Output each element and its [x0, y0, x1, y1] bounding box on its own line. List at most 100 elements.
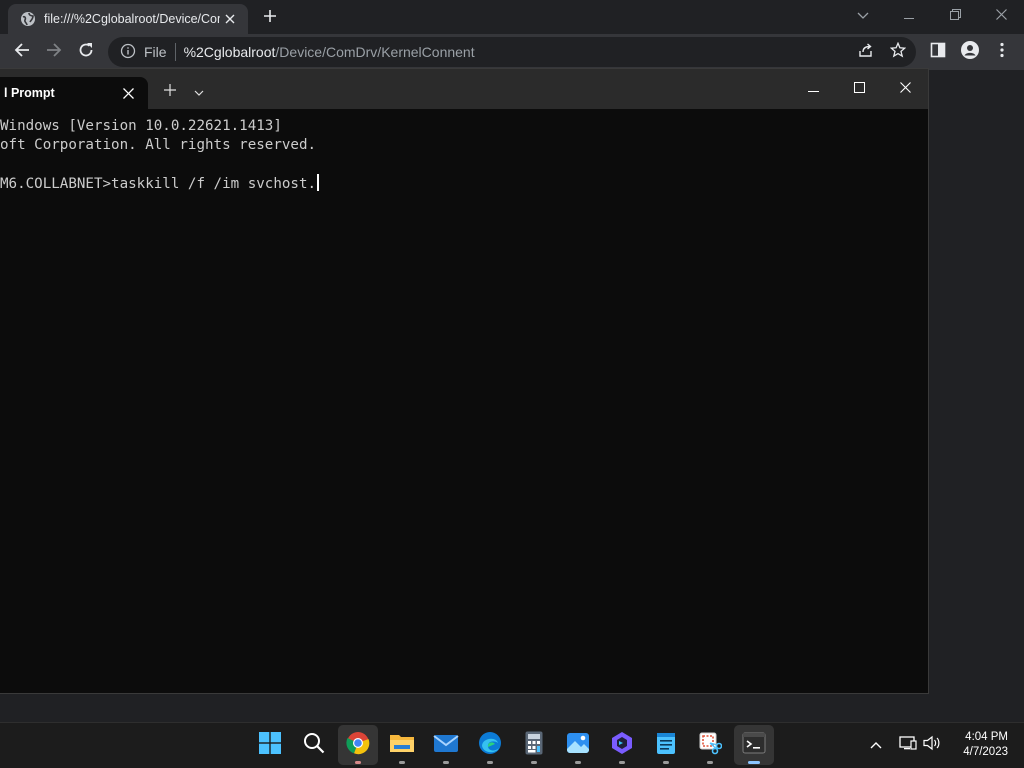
taskbar-copilot-button[interactable] [602, 725, 642, 765]
running-indicator [619, 761, 625, 764]
new-tab-button[interactable] [256, 6, 284, 30]
forward-button[interactable] [40, 38, 68, 66]
command-text: M6.COLLABNET>taskkill /f /im svchost. [0, 176, 317, 192]
calculator-icon [525, 731, 543, 760]
restore-icon [949, 7, 961, 25]
network-button[interactable] [898, 735, 918, 755]
terminal-titlebar[interactable]: l Prompt [0, 69, 928, 109]
side-panel-icon [930, 42, 946, 63]
back-button[interactable] [8, 38, 36, 66]
close-icon [899, 80, 911, 98]
taskbar-mail-button[interactable] [426, 725, 466, 765]
terminal-icon [742, 732, 766, 759]
browser-tab-title: file:///%2Cglobalroot/Device/ComDrv/Kern… [44, 12, 220, 26]
close-icon[interactable] [220, 9, 240, 29]
terminal-prompt-line: M6.COLLABNET>taskkill /f /im svchost. [0, 174, 319, 194]
browser-tab[interactable]: file:///%2Cglobalroot/Device/ComDrv/Kern… [8, 4, 248, 34]
taskbar-file-explorer-button[interactable] [382, 725, 422, 765]
maximize-icon [853, 80, 865, 98]
browser-minimize-button[interactable] [886, 2, 932, 30]
close-icon [995, 7, 1007, 25]
volume-icon [923, 735, 941, 756]
bookmark-button[interactable] [884, 38, 912, 66]
running-indicator [531, 761, 537, 764]
profile-icon [961, 40, 979, 64]
browser-restore-button[interactable] [932, 2, 978, 30]
volume-button[interactable] [922, 735, 942, 755]
scheme-label: File [144, 44, 167, 60]
taskbar-search-button[interactable] [294, 725, 334, 765]
terminal-new-tab-button[interactable] [156, 79, 184, 105]
network-icon [899, 735, 917, 756]
tab-search-button[interactable] [840, 2, 886, 30]
taskbar-photos-button[interactable] [558, 725, 598, 765]
terminal-close-button[interactable] [882, 73, 928, 105]
taskbar-start-button[interactable] [250, 725, 290, 765]
terminal-tab-label: l Prompt [4, 86, 55, 100]
share-button[interactable] [852, 38, 880, 66]
active-indicator [748, 761, 760, 764]
terminal-line: oft Corporation. All rights reserved. [0, 137, 317, 153]
plus-icon [263, 9, 277, 28]
windows-start-icon [259, 731, 281, 759]
address-bar[interactable]: File %2Cglobalroot/Device/ComDrv/KernelC… [108, 37, 916, 67]
folder-icon [389, 732, 415, 759]
chevron-up-icon [870, 736, 882, 754]
terminal-tab[interactable]: l Prompt [0, 77, 148, 109]
mail-icon [433, 733, 459, 758]
chrome-icon [346, 731, 370, 760]
taskbar: 4:04 PM 4/7/2023 [0, 722, 1024, 768]
taskbar-calculator-button[interactable] [514, 725, 554, 765]
forward-icon [46, 42, 62, 63]
profile-button[interactable] [956, 38, 984, 66]
taskbar-edge-button[interactable] [470, 725, 510, 765]
omnibox-divider [174, 43, 176, 61]
globe-icon [20, 11, 36, 27]
terminal-window: l Prompt Windows [Version 10.0.22621.141… [0, 68, 929, 694]
running-indicator [355, 761, 361, 764]
reload-button[interactable] [72, 38, 100, 66]
taskbar-snipping-tool-button[interactable] [690, 725, 730, 765]
terminal-dropdown-button[interactable] [186, 79, 212, 105]
text-cursor [317, 174, 319, 191]
plus-icon [164, 83, 176, 101]
clock-time: 4:04 PM [965, 731, 1008, 743]
browser-close-button[interactable] [978, 2, 1024, 30]
running-indicator [707, 761, 713, 764]
info-icon[interactable] [120, 43, 136, 62]
terminal-output[interactable]: Windows [Version 10.0.22621.1413] oft Co… [0, 109, 928, 694]
browser-toolbar: File %2Cglobalroot/Device/ComDrv/KernelC… [0, 34, 1024, 70]
running-indicator [663, 761, 669, 764]
clock-date: 4/7/2023 [963, 746, 1008, 758]
search-icon [303, 732, 325, 759]
url-host: %2Cglobalroot [183, 44, 276, 60]
taskbar-notepad-button[interactable] [646, 725, 686, 765]
taskbar-chrome-button[interactable] [338, 725, 378, 765]
terminal-minimize-button[interactable] [790, 73, 836, 105]
terminal-line: Windows [Version 10.0.22621.1413] [0, 118, 282, 134]
running-indicator [443, 761, 449, 764]
running-indicator [399, 761, 405, 764]
tray-overflow-button[interactable] [866, 735, 886, 755]
notepad-icon [656, 731, 676, 760]
clock[interactable]: 4:04 PM 4/7/2023 [948, 730, 1008, 760]
reload-icon [78, 42, 94, 63]
minimize-icon [904, 7, 914, 25]
star-icon [889, 41, 907, 63]
running-indicator [487, 761, 493, 764]
snipping-tool-icon [698, 731, 723, 760]
url-path: /Device/ComDrv/KernelConnent [275, 44, 475, 60]
edge-icon [478, 731, 502, 760]
side-panel-button[interactable] [924, 38, 952, 66]
taskbar-terminal-button[interactable] [734, 725, 774, 765]
more-icon [1000, 42, 1004, 63]
running-indicator [575, 761, 581, 764]
menu-button[interactable] [988, 38, 1016, 66]
chevron-down-icon [194, 83, 204, 101]
browser-tabstrip: file:///%2Cglobalroot/Device/ComDrv/Kern… [0, 0, 1024, 34]
close-icon[interactable] [114, 79, 142, 107]
terminal-maximize-button[interactable] [836, 73, 882, 105]
copilot-icon [610, 731, 634, 760]
photos-icon [566, 732, 590, 759]
share-icon [858, 42, 874, 63]
